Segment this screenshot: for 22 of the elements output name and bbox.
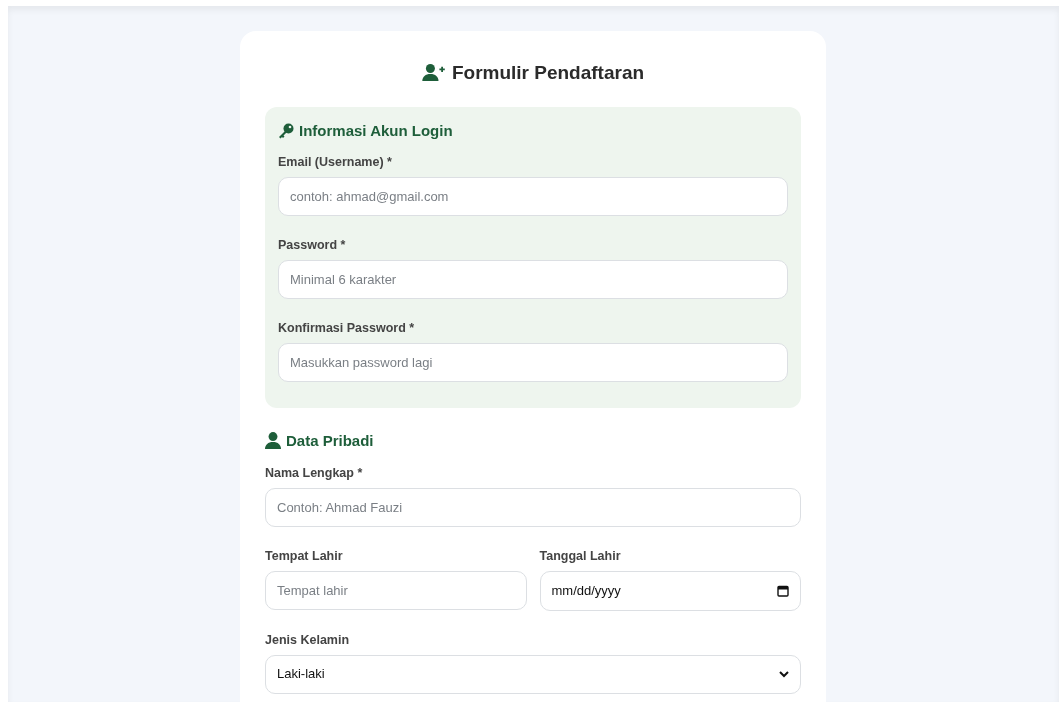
form-title: Formulir Pendaftaran: [451, 61, 645, 85]
chevron-down-icon: [779, 670, 789, 678]
user-plus-icon: [421, 64, 446, 83]
date-field[interactable]: mm/dd/yyyy: [539, 570, 801, 611]
field-label: Jenis Kelamin: [265, 631, 351, 648]
field-label: Tanggal Lahir: [539, 547, 622, 564]
text-field[interactable]: Tempat lahir: [265, 570, 527, 610]
user-icon: [265, 432, 281, 451]
field-label: Email (Username) *: [278, 154, 393, 170]
field-label: Konfirmasi Password *: [278, 320, 416, 336]
field-label: Nama Lengkap *: [265, 464, 364, 481]
text-field[interactable]: Masukkan password lagi: [278, 343, 788, 382]
section-title: Informasi Akun Login: [299, 120, 453, 141]
section-title: Data Pribadi: [286, 431, 374, 451]
key-icon: [278, 122, 294, 139]
text-field[interactable]: contoh: ahmad@gmail.com: [278, 177, 788, 216]
text-field[interactable]: Contoh: Ahmad Fauzi: [265, 487, 801, 527]
text-field[interactable]: Minimal 6 karakter: [278, 260, 788, 299]
calendar-icon: [777, 584, 789, 597]
field-label: Password *: [278, 237, 347, 253]
field-label: Tempat Lahir: [265, 547, 344, 564]
select-field[interactable]: Laki-laki: [265, 654, 801, 694]
